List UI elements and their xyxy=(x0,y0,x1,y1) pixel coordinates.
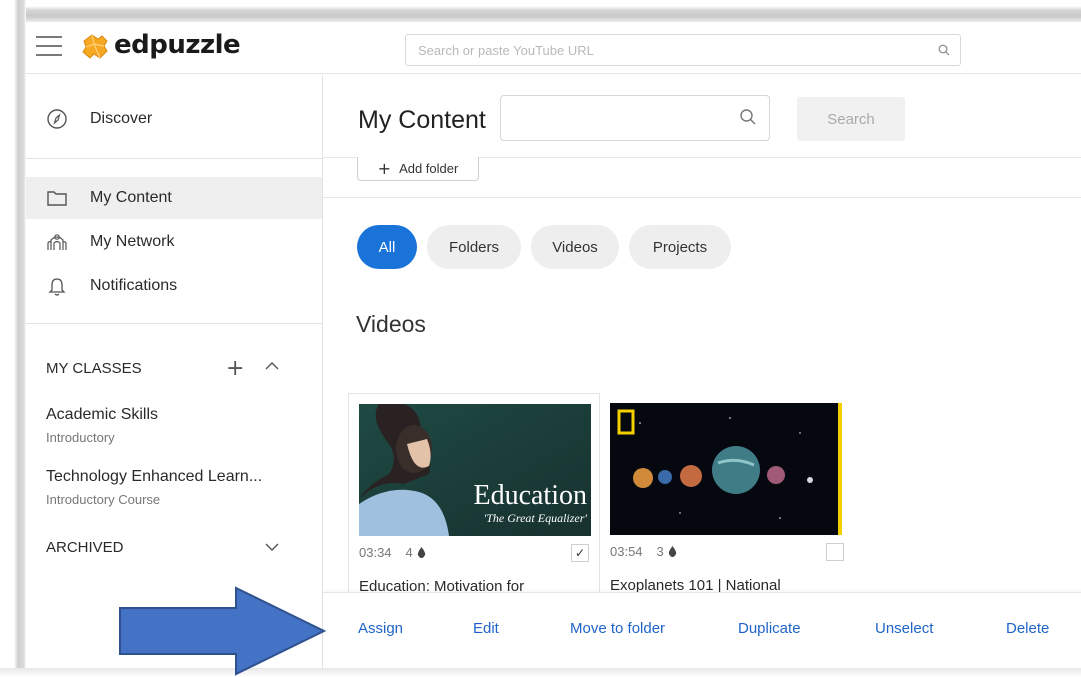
video-question-count: 4 xyxy=(405,545,413,560)
section-title-videos: Videos xyxy=(356,311,426,337)
sidebar-item-label: My Network xyxy=(90,233,175,250)
plus-icon: + xyxy=(377,159,392,178)
filter-pills: All Folders Videos Projects xyxy=(357,225,741,269)
video-duration: 03:54 xyxy=(610,544,643,559)
folder-icon xyxy=(47,191,67,206)
add-folder-button[interactable]: + Add folder xyxy=(357,157,479,181)
top-header: edpuzzle xyxy=(26,22,1081,74)
class-name: Academic Skills xyxy=(46,406,159,423)
youtube-search-input[interactable] xyxy=(406,35,906,65)
sidebar-item-label: My Content xyxy=(90,189,172,206)
arrow-overlay xyxy=(119,586,327,676)
screenshot-frame-left xyxy=(0,0,26,677)
sidebar-divider xyxy=(26,323,322,324)
sidebar-item-notifications[interactable]: Notifications xyxy=(26,265,322,307)
compass-icon xyxy=(47,109,67,129)
main-content: My Content Search + Add folder All Folde… xyxy=(323,75,1081,668)
sidebar: Discover My Content My Network Notificat… xyxy=(26,75,323,668)
selection-action-bar: Assign Edit Move to folder Duplicate Uns… xyxy=(323,592,1081,668)
assign-button[interactable]: Assign xyxy=(358,620,403,637)
archived-section[interactable]: ARCHIVED xyxy=(46,539,306,561)
my-classes-title: MY CLASSES xyxy=(46,360,142,377)
network-icon xyxy=(47,234,67,250)
chevron-up-icon[interactable] xyxy=(264,360,280,372)
add-folder-label: Add folder xyxy=(399,161,459,176)
question-drop-icon xyxy=(417,547,425,558)
video-select-checkbox[interactable]: ✓ xyxy=(571,544,589,562)
filter-folders[interactable]: Folders xyxy=(427,225,521,269)
toolbar-divider xyxy=(323,197,1081,198)
content-search-input[interactable] xyxy=(501,96,721,140)
search-button[interactable]: Search xyxy=(797,97,905,141)
plus-icon[interactable]: + xyxy=(226,356,244,381)
archived-title: ARCHIVED xyxy=(46,539,124,556)
video-duration: 03:34 xyxy=(359,545,392,560)
class-name: Technology Enhanced Learn... xyxy=(46,468,263,485)
chevron-down-icon[interactable] xyxy=(264,541,280,553)
delete-button[interactable]: Delete xyxy=(1006,620,1049,637)
move-to-folder-button[interactable]: Move to folder xyxy=(570,620,665,637)
content-search-field[interactable] xyxy=(500,95,770,141)
sidebar-item-my-content[interactable]: My Content xyxy=(26,177,322,219)
video-question-count: 3 xyxy=(656,544,664,559)
edit-button[interactable]: Edit xyxy=(473,620,499,637)
class-item-technology-enhanced[interactable]: Technology Enhanced Learn... Introductor… xyxy=(46,468,306,507)
question-drop-icon xyxy=(668,546,676,557)
video-thumbnail[interactable] xyxy=(610,403,842,535)
sidebar-item-label: Notifications xyxy=(90,277,178,294)
video-meta: 03:34 4 xyxy=(359,545,426,560)
class-subtitle: Introductory xyxy=(46,430,115,445)
sidebar-item-label: Discover xyxy=(90,110,153,127)
search-icon[interactable] xyxy=(739,108,757,126)
sidebar-item-discover[interactable]: Discover xyxy=(26,98,322,140)
hamburger-icon[interactable] xyxy=(36,36,62,56)
thumbnail-title: Education xyxy=(473,480,587,511)
sidebar-item-my-network[interactable]: My Network xyxy=(26,221,322,263)
screenshot-frame-top xyxy=(0,0,1081,22)
filter-projects[interactable]: Projects xyxy=(629,225,731,269)
logo-text[interactable]: edpuzzle xyxy=(114,30,241,60)
duplicate-button[interactable]: Duplicate xyxy=(738,620,801,637)
class-subtitle: Introductory Course xyxy=(46,492,161,507)
search-icon[interactable] xyxy=(938,44,950,56)
edpuzzle-app: edpuzzle Discover My Content xyxy=(26,22,1081,668)
video-thumbnail[interactable]: Education 'The Great Equalizer' xyxy=(359,404,591,536)
youtube-search-field[interactable] xyxy=(405,34,961,66)
video-meta: 03:54 3 xyxy=(610,544,677,559)
video-select-checkbox[interactable] xyxy=(826,543,844,561)
video-card[interactable]: 03:54 3 Exoplanets 101 | National xyxy=(600,393,852,594)
bell-icon xyxy=(48,278,66,296)
sidebar-divider xyxy=(26,158,322,159)
page-title: My Content xyxy=(358,106,486,134)
class-item-academic-skills[interactable]: Academic Skills Introductory xyxy=(46,406,306,445)
unselect-button[interactable]: Unselect xyxy=(875,620,933,637)
video-card[interactable]: Education 'The Great Equalizer' 03:34 4 … xyxy=(348,393,600,595)
thumbnail-subtitle: 'The Great Equalizer' xyxy=(484,511,588,525)
checkmark-icon: ✓ xyxy=(574,546,586,560)
filter-videos[interactable]: Videos xyxy=(531,225,619,269)
edpuzzle-logo-icon xyxy=(82,34,108,59)
my-classes-header: MY CLASSES + xyxy=(46,356,306,382)
filter-all[interactable]: All xyxy=(357,225,417,269)
